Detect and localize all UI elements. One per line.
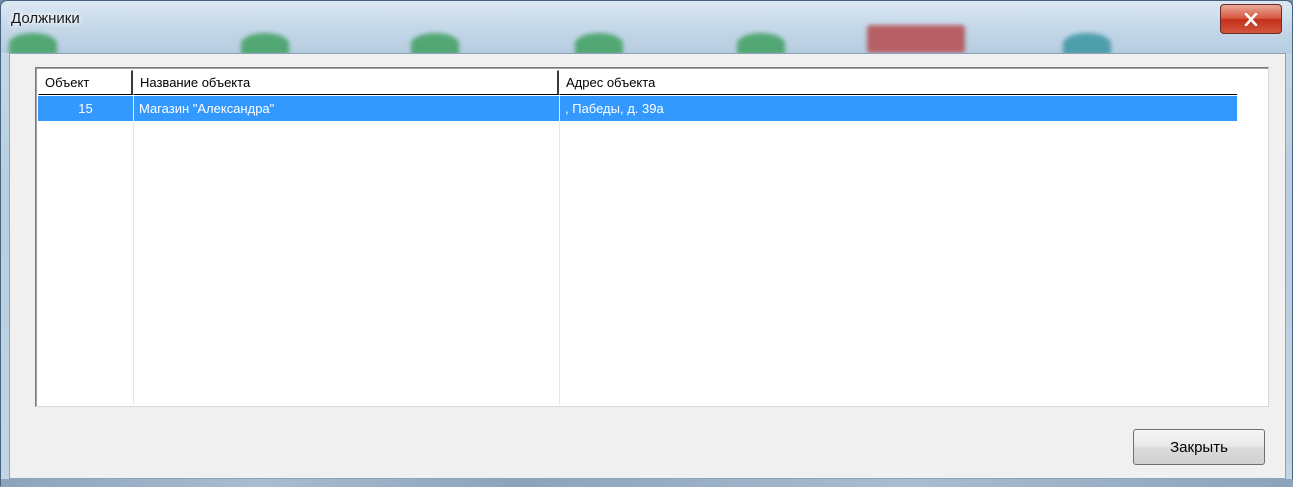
background-decoration: [411, 33, 459, 53]
column-header-name[interactable]: Название объекта: [133, 70, 559, 95]
window-title: Должники: [11, 10, 80, 27]
close-icon: [1244, 12, 1258, 26]
dialog-window: Должники Объект Название объекта Адрес о…: [0, 0, 1293, 487]
debtors-list[interactable]: Объект Название объекта Адрес объекта 15…: [35, 67, 1269, 407]
column-header-object[interactable]: Объект: [38, 70, 133, 95]
close-button[interactable]: Закрыть: [1133, 429, 1265, 465]
background-decoration: [867, 25, 965, 53]
background-decoration: [737, 33, 785, 53]
column-divider: [133, 96, 134, 404]
cell-name: Магазин "Александра": [139, 101, 275, 116]
background-decoration: [9, 33, 57, 53]
background-decoration: [1063, 33, 1111, 53]
list-right-gap: [1237, 70, 1266, 404]
cell-object: 15: [78, 101, 93, 116]
dialog-client-area: Объект Название объекта Адрес объекта 15…: [9, 53, 1286, 479]
title-bar[interactable]: Должники: [1, 1, 1292, 53]
cell-address: , Пабеды, д. 39а: [565, 101, 664, 116]
background-decoration: [575, 33, 623, 53]
background-decoration: [241, 33, 289, 53]
table-row-selected[interactable]: 15 Магазин "Александра" , Пабеды, д. 39а: [38, 96, 1237, 121]
list-header: Объект Название объекта Адрес объекта: [38, 70, 1239, 95]
column-divider: [559, 96, 560, 404]
list-body: 15 Магазин "Александра" , Пабеды, д. 39а: [38, 96, 1237, 404]
window-close-button[interactable]: [1220, 4, 1282, 34]
column-header-address[interactable]: Адрес объекта: [559, 70, 1239, 95]
